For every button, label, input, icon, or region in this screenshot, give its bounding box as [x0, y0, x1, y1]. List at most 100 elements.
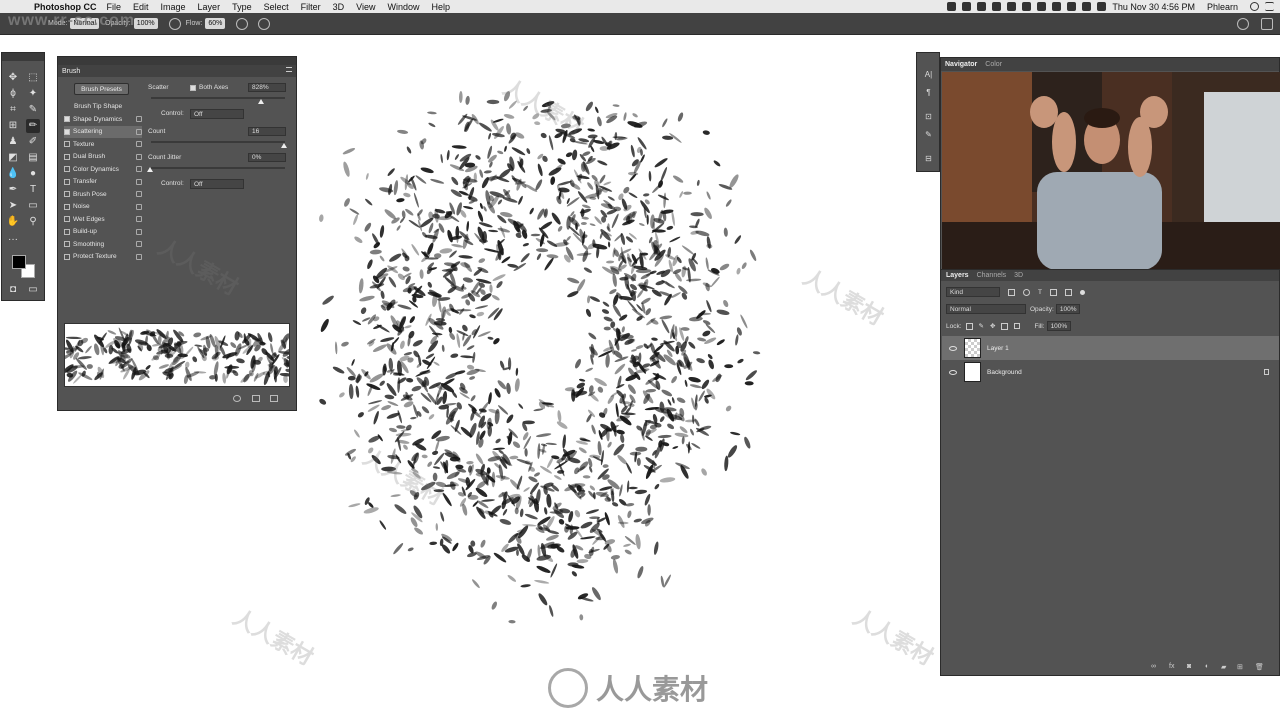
layer-style-icon[interactable]: fx	[1169, 663, 1174, 670]
option-checkbox[interactable]	[64, 116, 70, 122]
filter-pixel-icon[interactable]	[1008, 288, 1015, 296]
both-axes-checkbox[interactable]	[190, 84, 196, 91]
blend-mode-dropdown[interactable]: Normal	[946, 304, 1026, 314]
hand-tool-icon[interactable]: ✋	[6, 215, 20, 229]
filter-toggle-icon[interactable]	[1079, 289, 1085, 295]
option-lock-icon[interactable]	[136, 203, 142, 210]
tools-panel-header[interactable]	[2, 53, 44, 61]
menu-3d[interactable]: 3D	[333, 2, 345, 12]
properties-panel-icon[interactable]: ⊟	[923, 153, 934, 164]
control2-dropdown[interactable]: Off	[190, 179, 244, 189]
healing-tool-icon[interactable]: ⊞	[6, 119, 20, 133]
count-jitter-slider[interactable]	[151, 167, 285, 169]
lock-all-icon[interactable]	[1014, 323, 1021, 329]
brush-option-noise[interactable]: Noise	[64, 201, 142, 213]
status-cc-icon[interactable]	[977, 2, 987, 11]
filter-adjustment-icon[interactable]	[1023, 288, 1030, 296]
fill-input[interactable]: 100%	[1046, 321, 1071, 331]
menu-layer[interactable]: Layer	[198, 2, 221, 12]
count-value-input[interactable]: 16	[248, 127, 286, 136]
option-lock-icon[interactable]	[136, 253, 142, 260]
option-lock-icon[interactable]	[136, 141, 142, 147]
layer-row-background[interactable]: Background	[942, 360, 1279, 384]
status-app-icon[interactable]	[947, 2, 957, 11]
spotlight-icon[interactable]	[1250, 2, 1259, 11]
option-lock-icon[interactable]	[136, 128, 142, 135]
clone-source-panel-icon[interactable]: ⊡	[923, 111, 934, 122]
brush-tip-shape-item[interactable]: Brush Tip Shape	[64, 100, 142, 112]
brush-settings-panel-icon[interactable]: ✎	[923, 129, 934, 140]
option-checkbox[interactable]	[64, 191, 70, 197]
scatter-value-input[interactable]: 828%	[248, 83, 286, 92]
screen-mode-icon[interactable]: ▭	[26, 283, 40, 297]
status-record-icon[interactable]	[992, 2, 1002, 11]
pressure-opacity-icon[interactable]	[168, 17, 181, 30]
tab-navigator[interactable]: Navigator	[945, 61, 977, 68]
tab-brush[interactable]: Brush	[62, 68, 80, 75]
option-lock-icon[interactable]	[136, 166, 142, 172]
menu-filter[interactable]: Filter	[301, 2, 321, 12]
layer-row-layer-1[interactable]: Layer 1	[942, 336, 1279, 360]
user-name[interactable]: Phlearn	[1207, 2, 1238, 12]
option-checkbox[interactable]	[64, 166, 70, 172]
count-slider[interactable]	[151, 141, 285, 143]
delete-layer-icon[interactable]: 🗑	[1255, 663, 1264, 671]
shape-tool-icon[interactable]: ▭	[26, 199, 40, 213]
lock-pixels-icon[interactable]: ✎	[979, 322, 984, 330]
tab-channels[interactable]: Channels	[977, 272, 1007, 279]
move-tool-icon[interactable]: ✥	[6, 71, 20, 85]
app-menu[interactable]: Photoshop CC	[34, 2, 97, 12]
brush-option-smoothing[interactable]: Smoothing	[64, 238, 142, 250]
new-brush-icon[interactable]	[270, 395, 278, 402]
lock-transparent-icon[interactable]	[965, 322, 973, 330]
menu-file[interactable]: File	[107, 2, 122, 12]
brush-option-brush-pose[interactable]: Brush Pose	[64, 188, 142, 200]
paragraph-panel-icon[interactable]: ¶	[923, 87, 934, 98]
document-canvas[interactable]	[300, 36, 910, 676]
tab-color[interactable]: Color	[985, 61, 1002, 68]
tab-layers[interactable]: Layers	[946, 272, 969, 279]
status-battery-icon[interactable]	[1082, 2, 1092, 11]
option-checkbox[interactable]	[64, 241, 70, 247]
clock[interactable]: Thu Nov 30 4:56 PM	[1112, 2, 1195, 12]
brush-option-color-dynamics[interactable]: Color Dynamics	[64, 163, 142, 175]
magic-wand-tool-icon[interactable]: ✦	[26, 87, 40, 101]
opacity-input[interactable]: 100%	[133, 18, 158, 29]
both-axes-control[interactable]: Both Axes	[190, 84, 228, 91]
notification-center-icon[interactable]	[1265, 2, 1274, 11]
menu-type[interactable]: Type	[232, 2, 252, 12]
filter-shape-icon[interactable]	[1049, 288, 1057, 296]
option-lock-icon[interactable]	[136, 228, 142, 235]
status-timemachine-icon[interactable]	[1022, 2, 1032, 11]
menu-help[interactable]: Help	[431, 2, 450, 12]
brush-option-texture[interactable]: Texture	[64, 138, 142, 150]
status-drive-icon[interactable]	[962, 2, 972, 11]
scatter-slider-knob[interactable]	[258, 99, 264, 104]
brush-tool-icon[interactable]: ✏	[26, 119, 40, 133]
scatter-slider[interactable]	[151, 97, 285, 99]
add-mask-icon[interactable]: ◙	[1187, 663, 1191, 670]
eyedropper-tool-icon[interactable]: ✎	[26, 103, 40, 117]
option-lock-icon[interactable]	[136, 241, 142, 247]
brush-option-shape-dynamics[interactable]: Shape Dynamics	[64, 113, 142, 125]
search-icon[interactable]	[1237, 17, 1249, 30]
blur-tool-icon[interactable]: 💧	[6, 167, 20, 181]
option-checkbox[interactable]	[64, 178, 70, 185]
new-group-icon[interactable]: ▰	[1221, 663, 1226, 671]
flow-input[interactable]: 60%	[205, 18, 226, 29]
status-volume-icon[interactable]	[1097, 2, 1107, 11]
menu-image[interactable]: Image	[161, 2, 186, 12]
brush-option-transfer[interactable]: Transfer	[64, 176, 142, 188]
option-checkbox[interactable]	[64, 253, 70, 260]
brush-panel-header[interactable]	[58, 57, 296, 65]
menu-edit[interactable]: Edit	[133, 2, 149, 12]
option-checkbox[interactable]	[64, 216, 70, 222]
history-brush-tool-icon[interactable]: ✐	[26, 135, 40, 149]
toggle-live-tip-icon[interactable]	[233, 395, 241, 402]
panel-menu-icon[interactable]	[286, 67, 292, 72]
option-checkbox[interactable]	[64, 203, 70, 210]
airbrush-icon[interactable]	[236, 17, 249, 30]
status-airplay-icon[interactable]	[1067, 2, 1077, 11]
lock-artboard-icon[interactable]	[1001, 322, 1009, 330]
option-checkbox[interactable]	[64, 128, 70, 135]
